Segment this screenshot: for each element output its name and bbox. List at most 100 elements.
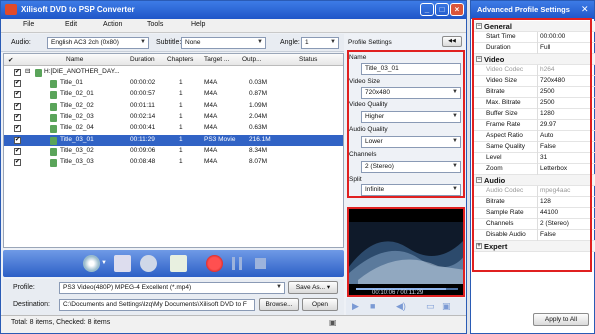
audio-select[interactable]: English AC3 2ch (0x80) ▼: [47, 37, 149, 49]
volume-icon[interactable]: ◀): [396, 301, 406, 312]
angle-label: Angle:: [280, 39, 300, 46]
browse-button[interactable]: Browse...: [259, 298, 299, 311]
checkbox[interactable]: ✔: [14, 113, 21, 121]
checkbox[interactable]: ✔: [14, 102, 21, 110]
row-chapters: 1: [179, 124, 183, 132]
highlight-box: [472, 18, 592, 272]
options-icon[interactable]: [140, 255, 157, 272]
row-duration: 00:00:02: [130, 79, 156, 86]
col-status[interactable]: Status: [299, 56, 317, 63]
collapse-panel-button[interactable]: ◀◀: [442, 36, 462, 47]
list-header: ✔ Name Duration Chapters Target ... Outp…: [4, 54, 343, 66]
apply-to-all-button[interactable]: Apply to All: [533, 313, 589, 326]
close-icon[interactable]: ✕: [581, 4, 589, 15]
close-button[interactable]: ×: [450, 3, 464, 16]
profile-area: Profile: PS3 Video(480P) MPEG-4 Excellen…: [3, 279, 344, 315]
col-name[interactable]: Name: [66, 56, 83, 63]
table-row[interactable]: ✔ Title_01 00:00:02 1 M4A 0.03M: [4, 78, 343, 89]
collapse-icon[interactable]: ⊟: [25, 67, 30, 75]
table-row[interactable]: ✔ Title_03_03 00:08:48 1 M4A 8.07M: [4, 157, 343, 168]
row-name: Title_01: [60, 79, 83, 86]
angle-select[interactable]: 1 ▼: [301, 37, 339, 49]
chevron-down-icon[interactable]: ▼: [101, 260, 107, 266]
row-chapters: 1: [179, 101, 183, 109]
profile-settings-header: Profile Settings: [348, 39, 392, 46]
row-chapters: 1: [179, 135, 183, 143]
folder-icon[interactable]: ▣: [442, 301, 451, 312]
row-name: Title_02_01: [60, 90, 94, 98]
table-row[interactable]: ✔ Title_02_02 00:01:11 1 M4A 1.09M: [4, 101, 343, 112]
row-output: 0.03M: [249, 79, 268, 86]
menu-tools[interactable]: Tools: [147, 21, 163, 28]
row-target: M4A: [204, 158, 218, 166]
checkbox[interactable]: ✔: [14, 147, 21, 155]
video-file-icon: [50, 136, 57, 145]
row-output: 0.87M: [249, 90, 268, 98]
row-duration: 00:01:11: [130, 101, 155, 109]
table-row[interactable]: ✔ Title_02_01 00:00:57 1 M4A 0.87M: [4, 89, 343, 100]
pause-icon[interactable]: [232, 257, 242, 270]
stop-icon[interactable]: [255, 258, 266, 269]
video-file-icon: [50, 91, 57, 100]
row-name: Title_03_03: [60, 158, 94, 166]
root-row[interactable]: ✔ ⊟ H:[DIE_ANOTHER_DAY...: [4, 67, 343, 78]
status-toggle-icon[interactable]: ▣: [329, 318, 337, 327]
checkbox[interactable]: ✔: [14, 91, 21, 99]
chevron-down-icon: ▼: [276, 284, 282, 290]
col-duration[interactable]: Duration: [130, 56, 155, 63]
table-row[interactable]: ✔ Title_03_01 00:11:29 1 PS3 Movie 216.1M: [4, 134, 343, 146]
save-as-button[interactable]: Save As... ▾: [288, 281, 338, 294]
video-file-icon: [50, 80, 57, 88]
checkbox[interactable]: ✔: [14, 136, 21, 144]
row-duration: 00:02:14: [130, 112, 156, 120]
menu-edit[interactable]: Edit: [65, 21, 77, 28]
subtitle-label: Subtitle:: [156, 39, 182, 46]
action-toolbar: ▼: [3, 250, 344, 277]
row-duration: 00:11:29: [130, 135, 155, 143]
open-button[interactable]: Open: [302, 298, 338, 311]
checkbox[interactable]: ✔: [14, 80, 21, 87]
subtitle-select[interactable]: None ▼: [181, 37, 266, 49]
table-row[interactable]: ✔ Title_03_02 00:09:06 1 M4A 8.34M: [4, 146, 343, 157]
checkbox[interactable]: ✔: [14, 69, 21, 76]
row-target: M4A: [204, 124, 218, 132]
snapshot-icon[interactable]: ▭: [426, 301, 435, 312]
profile-icon[interactable]: [170, 255, 187, 272]
destination-field[interactable]: C:\Documents and Settings\lzq\My Documen…: [59, 299, 255, 311]
window-title: Xilisoft DVD to PSP Converter: [21, 5, 135, 14]
minimize-button[interactable]: _: [420, 3, 434, 16]
checkbox[interactable]: ✔: [14, 125, 21, 133]
table-row[interactable]: ✔ Title_02_04 00:00:41 1 M4A 0.63M: [4, 123, 343, 134]
profile-label: Profile:: [13, 284, 35, 291]
save-as-label: Save As...: [295, 284, 326, 291]
add-dvd-icon[interactable]: [83, 255, 100, 272]
play-icon[interactable]: ▶: [352, 301, 359, 312]
row-chapters: 1: [179, 79, 183, 86]
row-chapters: 1: [179, 112, 183, 120]
menu-action[interactable]: Action: [103, 21, 122, 28]
row-output: 0.63M: [249, 124, 268, 132]
row-duration: 00:09:06: [130, 146, 156, 154]
row-duration: 00:08:48: [130, 158, 156, 166]
maximize-button[interactable]: □: [435, 3, 449, 16]
row-output: 8.34M: [249, 146, 268, 154]
video-file-icon: [50, 113, 57, 122]
menu-file[interactable]: File: [23, 21, 34, 28]
convert-icon[interactable]: [206, 255, 223, 272]
stop-icon[interactable]: ■: [370, 301, 375, 311]
col-chapters[interactable]: Chapters: [167, 56, 193, 63]
col-target[interactable]: Target ...: [204, 56, 229, 63]
audio-label: Audio:: [11, 39, 31, 46]
video-file-icon: [50, 147, 57, 156]
menu-help[interactable]: Help: [191, 21, 205, 28]
table-row[interactable]: ✔ Title_02_03 00:02:14 1 M4A 2.04M: [4, 112, 343, 123]
subtitle-value: None: [185, 39, 201, 46]
title-list[interactable]: ✔ Name Duration Chapters Target ... Outp…: [3, 53, 344, 248]
row-name: Title_03_01: [60, 135, 94, 143]
checkbox[interactable]: ✔: [14, 159, 21, 167]
profile-select[interactable]: PS3 Video(480P) MPEG-4 Excellent (*.mp4)…: [59, 282, 285, 294]
row-output: 1.09M: [249, 101, 268, 109]
remove-icon[interactable]: [114, 255, 131, 272]
header-check[interactable]: ✔: [8, 56, 13, 64]
col-output[interactable]: Outp...: [242, 56, 262, 63]
